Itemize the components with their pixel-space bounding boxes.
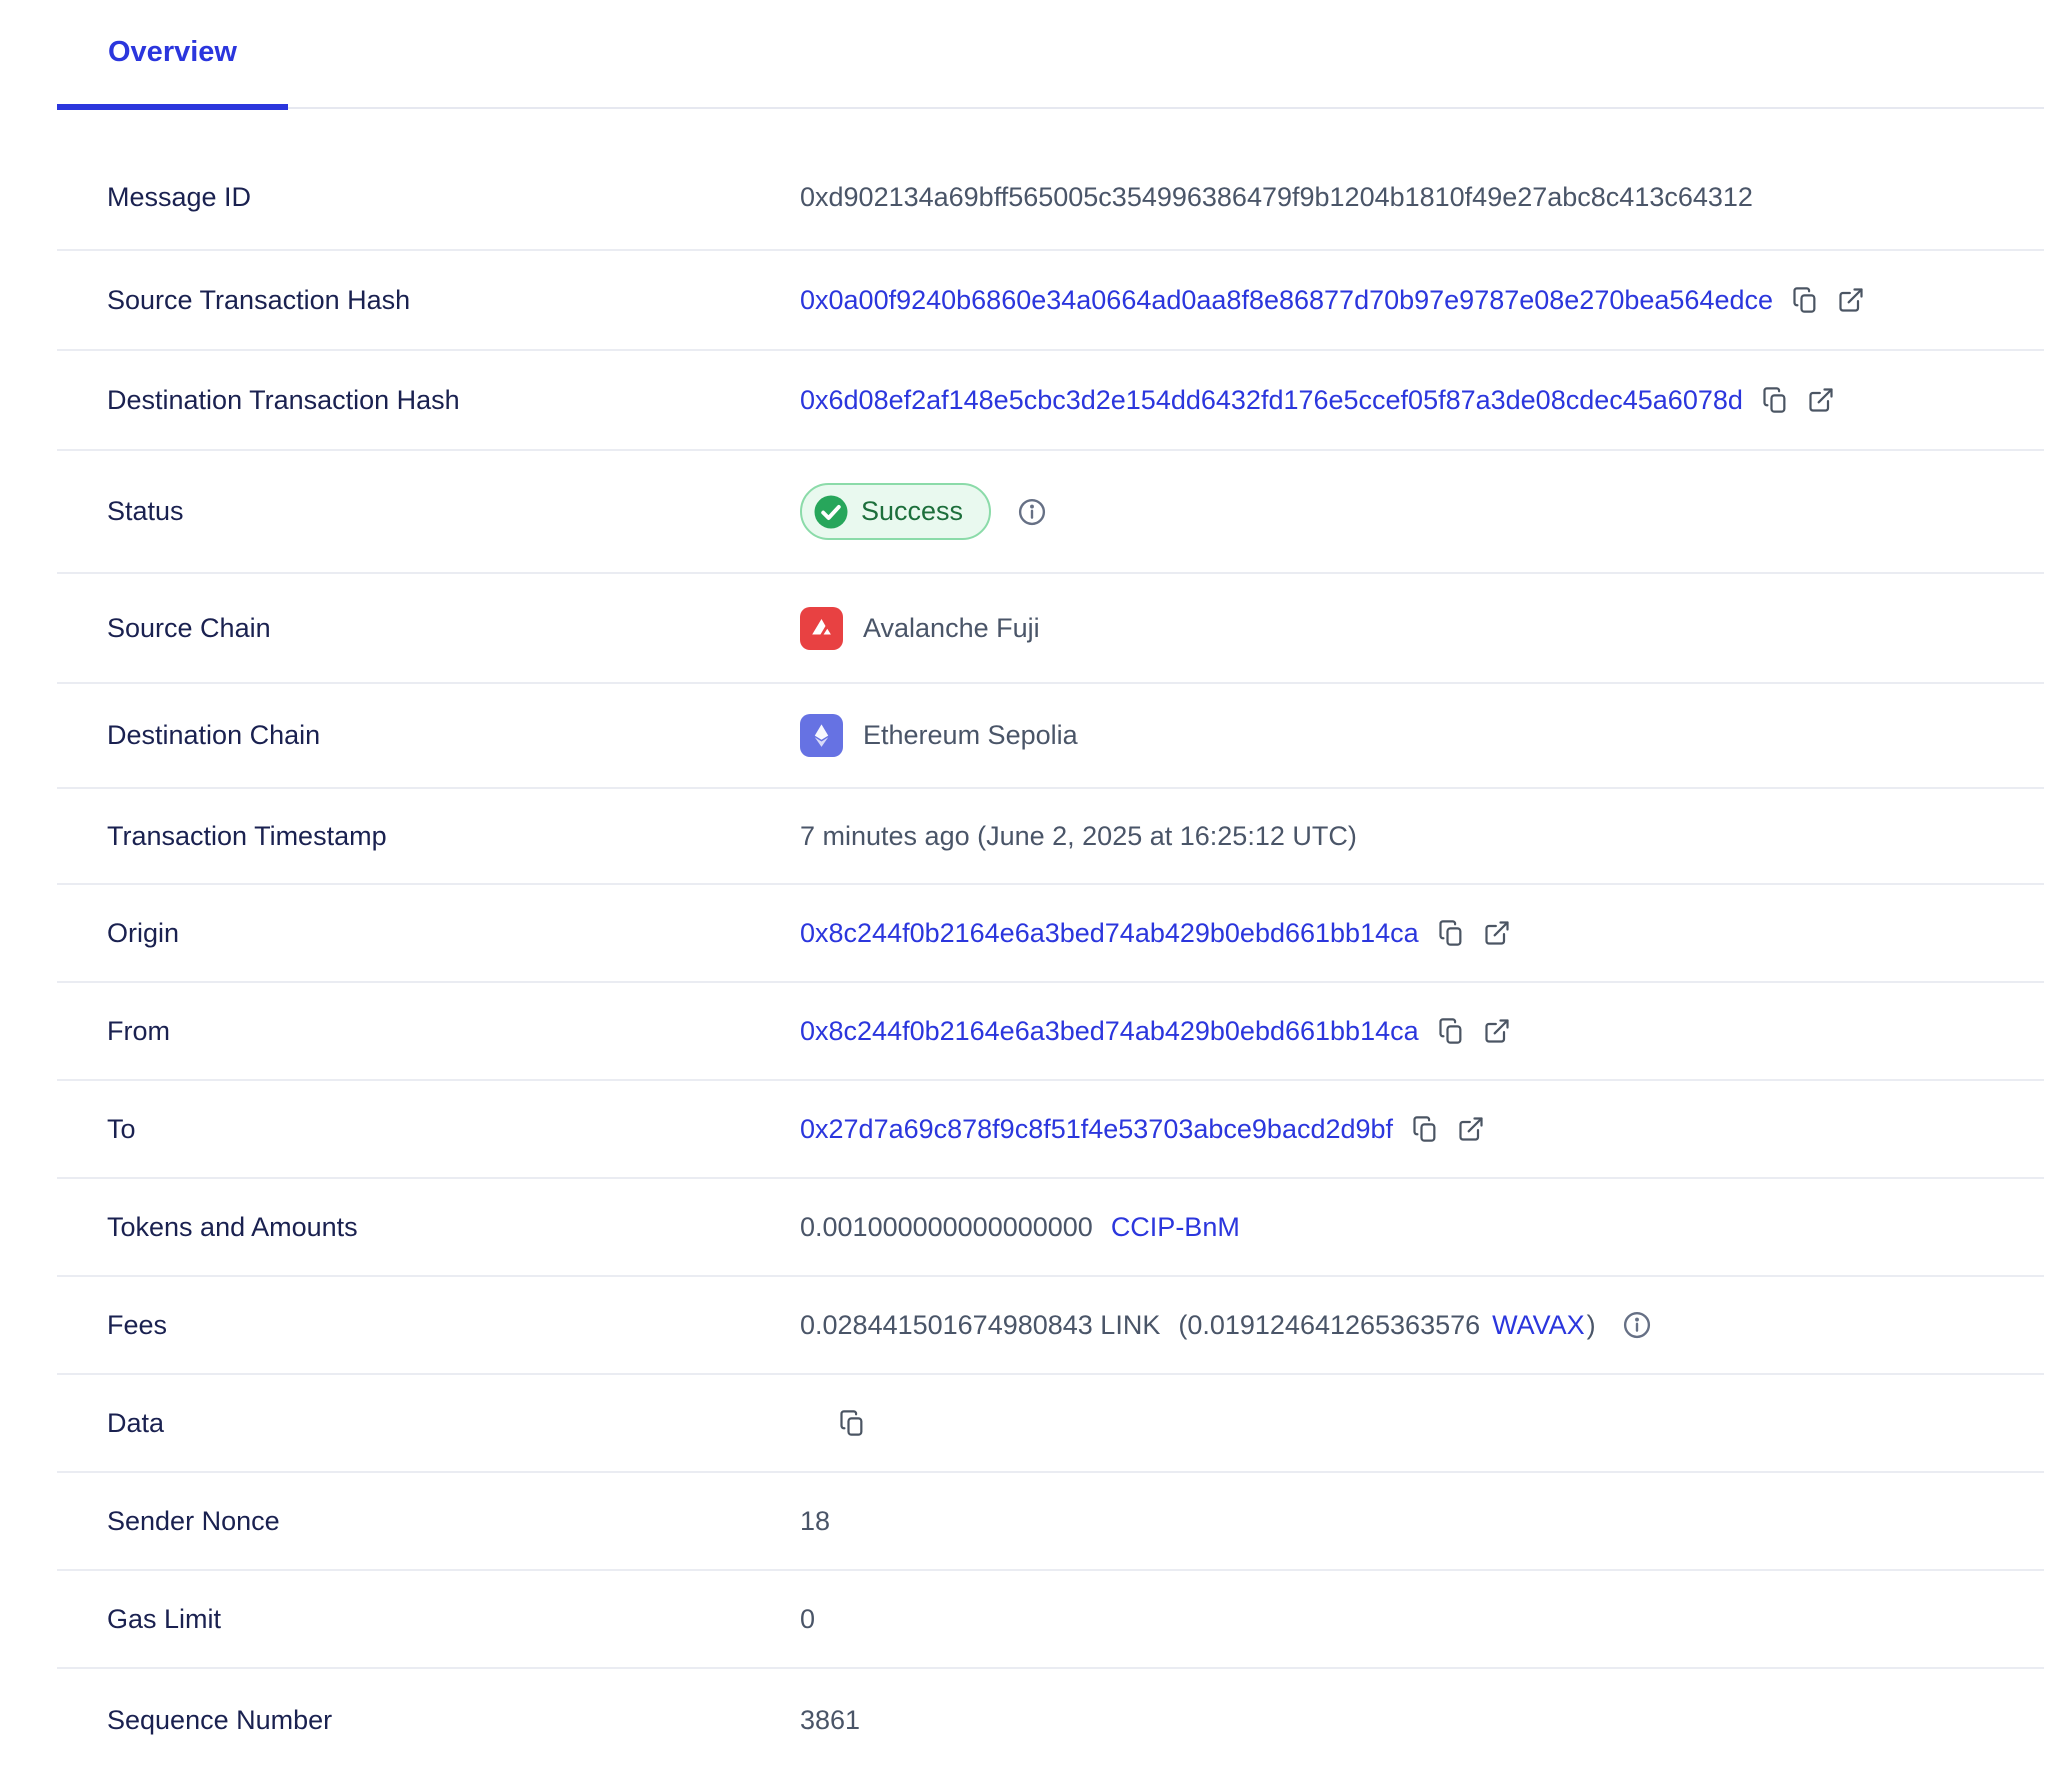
from-label: From (57, 1016, 800, 1047)
ethereum-icon (800, 714, 843, 757)
fee-token-link[interactable]: WAVAX (1492, 1310, 1585, 1340)
table-row: Sequence Number 3861 (57, 1669, 2044, 1770)
gas-limit-label: Gas Limit (57, 1604, 800, 1635)
status-badge: Success (800, 483, 991, 540)
source-chain-label: Source Chain (57, 613, 800, 644)
to-label: To (57, 1114, 800, 1145)
message-id-value: 0xd902134a69bff565005c354996386479f9b120… (800, 182, 1753, 213)
table-row: Sender Nonce 18 (57, 1473, 2044, 1571)
external-link-icon[interactable] (1483, 919, 1511, 947)
copy-icon[interactable] (1761, 386, 1789, 414)
status-label: Status (57, 496, 800, 527)
table-row: From 0x8c244f0b2164e6a3bed74ab429b0ebd66… (57, 983, 2044, 1081)
dest-tx-hash-link[interactable]: 0x6d08ef2af148e5cbc3d2e154dd6432fd176e5c… (800, 385, 1743, 416)
tokens-label: Tokens and Amounts (57, 1212, 800, 1243)
token-link[interactable]: CCIP-BnM (1111, 1212, 1240, 1243)
source-chain-value: Avalanche Fuji (863, 613, 1040, 644)
status-badge-text: Success (861, 496, 963, 527)
avalanche-icon (800, 607, 843, 650)
source-tx-hash-link[interactable]: 0x0a00f9240b6860e34a0664ad0aa8f8e86877d7… (800, 285, 1773, 316)
fees-converted-open: (0.019124641265363576 (1178, 1310, 1480, 1340)
sender-nonce-value: 18 (800, 1506, 830, 1537)
from-address-link[interactable]: 0x8c244f0b2164e6a3bed74ab429b0ebd661bb14… (800, 1016, 1419, 1047)
tab-bar: Overview (57, 0, 2044, 109)
copy-icon[interactable] (1437, 919, 1465, 947)
info-icon[interactable] (1622, 1310, 1652, 1340)
fees-label: Fees (57, 1310, 800, 1341)
to-address-link[interactable]: 0x27d7a69c878f9c8f51f4e53703abce9bacd2d9… (800, 1114, 1393, 1145)
message-id-label: Message ID (57, 182, 800, 213)
tab-overview[interactable]: Overview (57, 24, 288, 107)
dest-chain-label: Destination Chain (57, 720, 800, 751)
copy-icon[interactable] (1411, 1115, 1439, 1143)
dest-chain-value: Ethereum Sepolia (863, 720, 1078, 751)
origin-label: Origin (57, 918, 800, 949)
table-row: Source Chain Avalanche Fuji (57, 574, 2044, 684)
data-label: Data (57, 1408, 800, 1439)
timestamp-label: Transaction Timestamp (57, 821, 800, 852)
table-row: Transaction Timestamp 7 minutes ago (Jun… (57, 789, 2044, 885)
sequence-number-value: 3861 (800, 1705, 860, 1736)
table-row: Source Transaction Hash 0x0a00f9240b6860… (57, 251, 2044, 351)
table-row: Origin 0x8c244f0b2164e6a3bed74ab429b0ebd… (57, 885, 2044, 983)
check-circle-icon (813, 494, 849, 530)
sender-nonce-label: Sender Nonce (57, 1506, 800, 1537)
table-row: Data (57, 1375, 2044, 1473)
info-icon[interactable] (1017, 497, 1047, 527)
table-row: Fees 0.028441501674980843 LINK (0.019124… (57, 1277, 2044, 1375)
source-tx-hash-label: Source Transaction Hash (57, 285, 800, 316)
table-row: Destination Transaction Hash 0x6d08ef2af… (57, 351, 2044, 451)
table-row: Destination Chain Ethereum Sepolia (57, 684, 2044, 789)
fees-amount-value: 0.028441501674980843 LINK (800, 1310, 1160, 1341)
token-amount-value: 0.001000000000000000 (800, 1212, 1093, 1243)
fees-converted-close: ) (1587, 1310, 1596, 1340)
sequence-number-label: Sequence Number (57, 1705, 800, 1736)
external-link-icon[interactable] (1483, 1017, 1511, 1045)
timestamp-value: 7 minutes ago (June 2, 2025 at 16:25:12 … (800, 821, 1357, 852)
table-row: To 0x27d7a69c878f9c8f51f4e53703abce9bacd… (57, 1081, 2044, 1179)
origin-address-link[interactable]: 0x8c244f0b2164e6a3bed74ab429b0ebd661bb14… (800, 918, 1419, 949)
table-row: Message ID 0xd902134a69bff565005c3549963… (57, 109, 2044, 251)
dest-tx-hash-label: Destination Transaction Hash (57, 385, 800, 416)
fees-converted-value: (0.019124641265363576 WAVAX) (1178, 1310, 1595, 1341)
copy-icon[interactable] (838, 1409, 866, 1437)
table-row: Tokens and Amounts 0.001000000000000000 … (57, 1179, 2044, 1277)
external-link-icon[interactable] (1457, 1115, 1485, 1143)
external-link-icon[interactable] (1837, 286, 1865, 314)
table-row: Status Success (57, 451, 2044, 574)
copy-icon[interactable] (1791, 286, 1819, 314)
transaction-overview-panel: Overview Message ID 0xd902134a69bff56500… (0, 0, 2068, 1770)
table-row: Gas Limit 0 (57, 1571, 2044, 1669)
gas-limit-value: 0 (800, 1604, 815, 1635)
external-link-icon[interactable] (1807, 386, 1835, 414)
copy-icon[interactable] (1437, 1017, 1465, 1045)
